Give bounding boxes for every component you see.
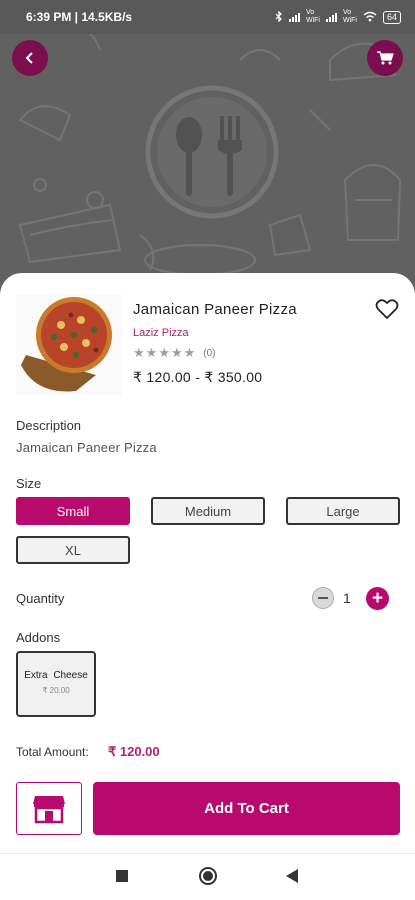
star-icon: ★ [170,345,183,360]
wifi-icon [363,11,377,24]
total-amount-value: ₹ 120.00 [108,744,160,759]
signal-icon-2 [325,12,337,22]
cart-button[interactable] [367,40,403,76]
store-name[interactable]: Laziz Pizza [133,327,189,339]
spoon-fork-plate-icon [145,85,279,219]
product-image [16,295,122,395]
star-icon: ★ [133,345,145,360]
review-count: (0) [203,347,216,359]
rating-stars: ★ ★ ★ ★ ★ (0) [133,346,216,360]
network-label-1: Vo WiFi [305,9,320,24]
product-name: Jamaican Paneer Pizza [133,301,297,318]
battery-indicator: 64 [382,10,401,24]
quantity-decrease-button[interactable] [312,587,334,609]
nav-back-icon[interactable] [286,869,298,883]
size-label: Size [16,476,42,491]
addons-label: Addons [16,630,61,645]
chevron-left-icon [25,52,33,64]
system-nav-bar [0,853,415,900]
addon-price: ₹ 20.00 [42,686,70,695]
quantity-increase-button[interactable]: + [366,587,389,610]
quantity-value: 1 [343,590,351,606]
quantity-label: Quantity [16,591,65,606]
back-button[interactable] [12,40,48,76]
star-icon: ★ [183,345,196,360]
network-label-2: Vo WiFi [342,9,357,24]
size-option-large[interactable]: Large [286,497,400,525]
description-text: Jamaican Paneer Pizza [16,440,157,455]
star-icon: ★ [158,345,170,360]
status-time: 6:39 PM | 14.5KB/s [26,10,133,24]
addon-card-extra-cheese[interactable]: Extra Cheese ₹ 20.00 [16,651,96,717]
status-bar: 6:39 PM | 14.5KB/s Vo WiFi Vo WiFi 64 [0,0,415,34]
description-label: Description [16,418,82,433]
signal-icon-1 [288,12,300,22]
size-option-xl[interactable]: XL [16,536,130,564]
shopping-cart-icon [377,51,394,65]
store-button[interactable] [16,782,82,835]
price-range: ₹ 120.00 - ₹ 350.00 [133,369,263,385]
add-to-cart-button[interactable]: Add To Cart [93,782,400,835]
food-doodle-background [18,17,402,276]
store-icon [33,795,65,823]
bluetooth-icon [275,10,283,24]
recents-icon[interactable] [116,870,128,882]
heart-outline-icon[interactable] [375,298,399,320]
size-option-medium[interactable]: Medium [151,497,265,525]
size-option-small[interactable]: Small [16,497,130,525]
status-icons: Vo WiFi Vo WiFi 64 [275,9,401,25]
star-icon: ★ [145,345,158,360]
home-icon[interactable] [199,867,217,885]
addon-name: Extra Cheese [24,670,88,681]
total-amount-label: Total Amount: [16,745,89,759]
product-detail-sheet: Jamaican Paneer Pizza Laziz Pizza ★ ★ ★ … [0,273,415,853]
hero-banner [0,0,415,300]
